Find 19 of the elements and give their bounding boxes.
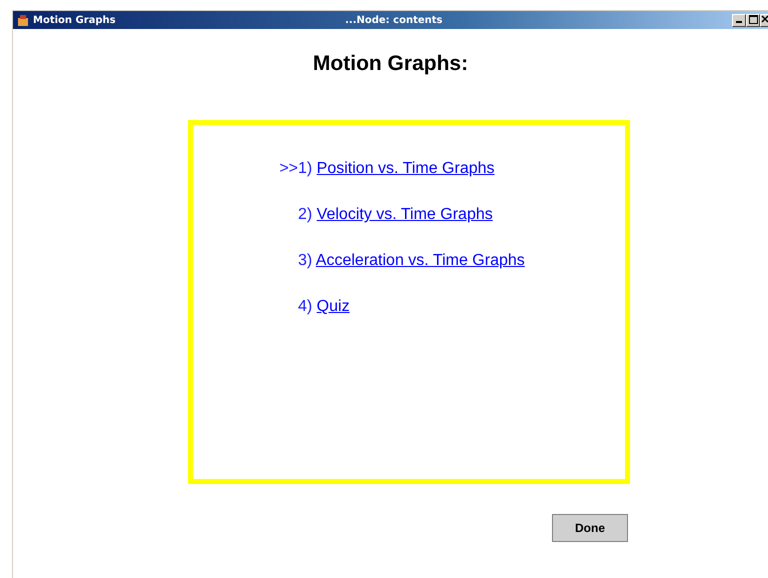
- close-button[interactable]: [760, 14, 768, 26]
- maximize-icon: [748, 14, 758, 24]
- topic-link[interactable]: Acceleration vs. Time Graphs: [316, 252, 525, 270]
- page-heading: Motion Graphs:: [312, 51, 470, 76]
- done-button[interactable]: Done: [552, 514, 628, 542]
- topic-link[interactable]: Quiz: [316, 298, 350, 316]
- current-marker: >>: [279, 160, 298, 178]
- item-number: 1): [298, 160, 314, 178]
- item-number: 4): [298, 298, 314, 316]
- app-icon: [17, 14, 29, 26]
- maximize-button[interactable]: [746, 14, 760, 26]
- topic-link[interactable]: Position vs. Time Graphs: [316, 160, 495, 178]
- item-number: 3): [298, 252, 314, 270]
- close-icon: [761, 15, 768, 24]
- window-subtitle: ...Node: contents: [345, 14, 442, 26]
- window-title: Motion Graphs: [33, 14, 116, 28]
- topic-link[interactable]: Velocity vs. Time Graphs: [316, 206, 493, 224]
- item-number: 2): [298, 206, 314, 224]
- minimize-button[interactable]: [732, 14, 746, 26]
